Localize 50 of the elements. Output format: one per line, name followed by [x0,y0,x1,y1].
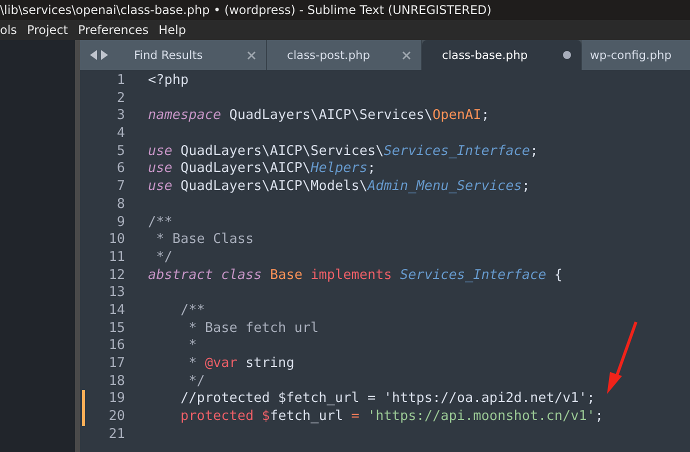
line-number: 16 [108,337,125,355]
code-line: * Base Class [155,231,254,249]
menu-item[interactable]: Preferences [78,22,149,38]
code-line: */ [188,372,205,390]
tab-forward-icon[interactable] [101,50,108,60]
code-line: * @var string [188,355,294,373]
line-number: 10 [108,231,125,249]
window-title: \lib\services\openai\class-base.php • (wordpress) - Sublime Text (UNREGISTERED) [0,3,492,17]
menu-item[interactable]: ols [0,22,17,38]
code-line: * [188,337,197,355]
editor-tab[interactable]: class-base.php [422,40,582,70]
line-number: 14 [108,302,125,320]
close-icon[interactable] [402,50,411,60]
line-number: 18 [108,372,125,390]
line-number: 3 [116,107,125,126]
code-line: */ [155,248,172,267]
line-number: 21 [108,426,125,444]
line-number: 8 [116,196,125,214]
line-number: 11 [108,248,125,267]
code-line: //protected $fetch_url = 'https://oa.api2d.net/v1'; [180,390,596,408]
tab-back-icon[interactable] [90,50,97,60]
line-number: 6 [116,160,125,178]
code-line: abstract class Base implements Services_Interface { [148,266,563,284]
editor-tab[interactable]: wp-config.php [582,40,690,70]
line-number: 12 [108,266,125,284]
line-number: 5 [116,142,125,160]
line-number: 19 [108,390,125,408]
code-line: /** [148,214,172,232]
code-line: protected $fetch_url = 'https://api.moonshot.cn/v1'; [180,408,604,426]
line-number: 7 [116,178,125,196]
line-number: 9 [116,214,125,232]
menu-item[interactable]: Help [158,22,186,38]
line-number: 13 [108,284,125,302]
menu-item[interactable]: Project [26,22,68,38]
code-line: use QuadLayers\AICP\Services\Services_Interface; [148,142,538,160]
code-line: use QuadLayers\AICP\Helpers; [148,160,376,178]
line-number: 17 [108,355,125,373]
editor-tab[interactable]: Find Results [114,40,267,70]
line-number: 4 [116,125,125,143]
code-line: * Base fetch url [188,320,319,338]
editor-tab[interactable]: class-post.php [267,40,422,70]
code-line: use QuadLayers\AICP\Models\Admin_Menu_Services; [148,178,530,196]
close-icon[interactable] [247,50,256,60]
line-number: 2 [116,90,125,108]
line-number: 20 [108,408,125,426]
line-number: 1 [116,72,125,90]
line-number: 15 [108,320,125,338]
code-line: namespace QuadLayers\AICP\Services\OpenAI; [148,107,490,126]
code-line: /** [180,302,205,320]
code-line: <?php [148,72,189,90]
